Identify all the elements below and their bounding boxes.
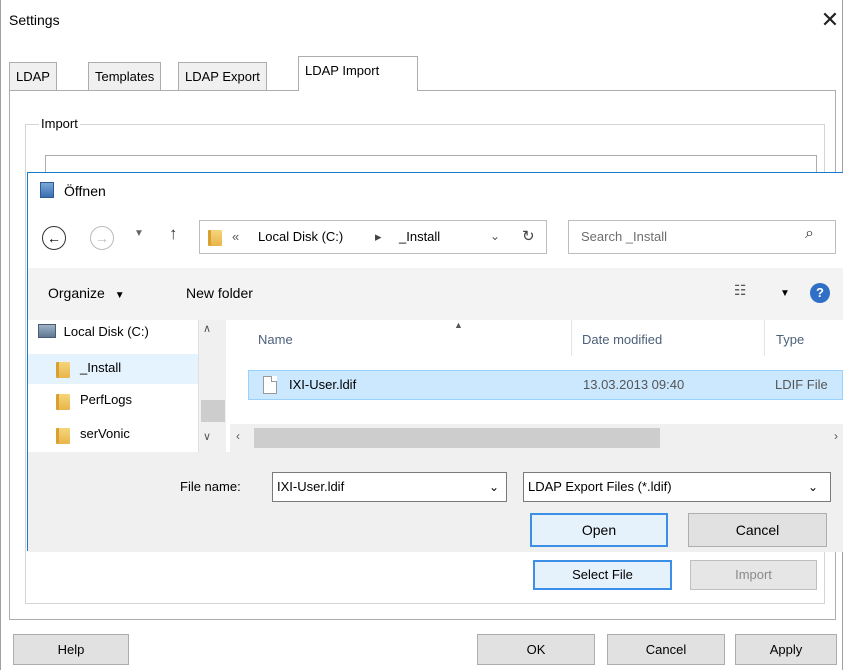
column-divider bbox=[764, 320, 765, 356]
file-row[interactable]: IXI-User.ldif 13.03.2013 09:40 LDIF File bbox=[248, 370, 843, 400]
organize-label: Organize bbox=[48, 285, 105, 301]
nav-item-label: serVonic bbox=[80, 426, 130, 441]
folder-icon bbox=[56, 428, 70, 444]
settings-title: Settings bbox=[9, 12, 60, 28]
dialog-toolbar: Organize ▼ New folder ☷ ▼ ? bbox=[28, 268, 843, 320]
nav-item-perflogs[interactable]: PerfLogs bbox=[28, 386, 198, 416]
back-arrow-icon[interactable]: ← bbox=[42, 226, 66, 250]
nav-item-install[interactable]: _Install bbox=[28, 354, 198, 384]
file-type: LDIF File bbox=[775, 377, 828, 392]
nav-item-local-disk[interactable]: Local Disk (C:) bbox=[38, 324, 149, 339]
nav-item-label: PerfLogs bbox=[80, 392, 133, 407]
dialog-bottom-area: File name: IXI-User.ldif ⌄ LDAP Export F… bbox=[28, 452, 843, 552]
file-name-label: File name: bbox=[180, 479, 241, 494]
column-header-name[interactable]: Name bbox=[258, 332, 293, 347]
select-file-button[interactable]: Select File bbox=[533, 560, 672, 590]
file-name-field[interactable]: IXI-User.ldif ⌄ bbox=[272, 472, 507, 502]
nav-item-label: _Install bbox=[80, 360, 122, 375]
scroll-down-icon[interactable]: ∨ bbox=[203, 430, 211, 443]
breadcrumb-item-install[interactable]: _Install bbox=[399, 229, 440, 244]
cancel-dialog-button[interactable]: Cancel bbox=[688, 513, 827, 547]
column-header-date[interactable]: Date modified bbox=[582, 332, 662, 347]
import-group-legend: Import bbox=[39, 116, 80, 131]
up-arrow-icon[interactable]: ↑ bbox=[169, 224, 178, 244]
nav-pane-scrollbar[interactable]: ∧ ∨ bbox=[198, 320, 226, 452]
scrollbar-thumb[interactable] bbox=[254, 428, 660, 448]
file-icon bbox=[263, 376, 277, 394]
column-header-type[interactable]: Type bbox=[776, 332, 804, 347]
column-divider bbox=[571, 320, 572, 356]
file-list-pane: ▲ Name Date modified Type IXI-User.ldif … bbox=[230, 320, 843, 452]
organize-button[interactable]: Organize ▼ bbox=[48, 285, 125, 301]
chevron-down-icon[interactable]: ⌄ bbox=[808, 473, 818, 501]
search-input[interactable]: Search _Install bbox=[581, 229, 667, 244]
refresh-icon[interactable]: ↻ bbox=[522, 227, 535, 245]
view-options-icon[interactable]: ☷ bbox=[734, 282, 747, 299]
tab-templates[interactable]: Templates bbox=[88, 62, 162, 90]
scroll-left-icon[interactable]: ‹ bbox=[236, 429, 240, 443]
chevron-down-icon[interactable]: ▼ bbox=[780, 288, 790, 299]
new-folder-button[interactable]: New folder bbox=[186, 285, 253, 301]
drive-icon bbox=[38, 324, 56, 338]
tab-ldap-export[interactable]: LDAP Export bbox=[178, 62, 267, 90]
nav-item-servonic[interactable]: serVonic bbox=[28, 420, 198, 450]
recent-locations-dropdown-icon[interactable]: ▼ bbox=[134, 228, 144, 239]
folder-icon bbox=[208, 230, 222, 246]
scroll-up-icon[interactable]: ∧ bbox=[203, 322, 211, 335]
chevron-down-icon: ▼ bbox=[114, 290, 125, 301]
file-type-value: LDAP Export Files (*.ldif) bbox=[528, 479, 672, 494]
help-button[interactable]: Help bbox=[13, 634, 129, 665]
horizontal-scrollbar[interactable]: ‹ › bbox=[230, 424, 843, 452]
tab-ldap-import[interactable]: LDAP Import bbox=[298, 56, 418, 91]
apply-button[interactable]: Apply bbox=[735, 634, 837, 665]
breadcrumb-separator: ▸ bbox=[375, 229, 382, 244]
cancel-button[interactable]: Cancel bbox=[607, 634, 725, 665]
close-icon[interactable]: ✕ bbox=[816, 6, 843, 34]
dialog-app-icon bbox=[40, 182, 54, 198]
address-bar[interactable]: « Local Disk (C:) ▸ _Install ⌄ ↻ bbox=[199, 220, 547, 254]
open-dialog-title: Öffnen bbox=[64, 183, 106, 199]
file-type-select[interactable]: LDAP Export Files (*.ldif) ⌄ bbox=[523, 472, 831, 502]
folder-icon bbox=[56, 362, 70, 378]
file-name: IXI-User.ldif bbox=[289, 377, 357, 392]
search-box[interactable]: Search _Install ⌕ bbox=[568, 220, 836, 254]
file-date: 13.03.2013 09:40 bbox=[583, 377, 685, 392]
import-button[interactable]: Import bbox=[690, 560, 817, 590]
tab-ldap[interactable]: LDAP bbox=[9, 62, 57, 90]
help-icon[interactable]: ? bbox=[810, 283, 830, 303]
chevron-down-icon[interactable]: ⌄ bbox=[490, 229, 500, 243]
ok-button[interactable]: OK bbox=[477, 634, 595, 665]
open-button[interactable]: Open bbox=[530, 513, 668, 547]
scrollbar-thumb[interactable] bbox=[201, 400, 225, 422]
breadcrumb-item-local-disk[interactable]: Local Disk (C:) bbox=[258, 229, 343, 244]
forward-arrow-icon[interactable]: → bbox=[90, 226, 114, 250]
scroll-right-icon[interactable]: › bbox=[834, 429, 838, 443]
breadcrumb-prefix: « bbox=[232, 229, 240, 244]
folder-icon bbox=[56, 394, 70, 410]
sort-ascending-icon: ▲ bbox=[454, 320, 463, 330]
nav-item-label: Local Disk (C:) bbox=[63, 324, 149, 339]
file-name-value: IXI-User.ldif bbox=[277, 479, 345, 494]
chevron-down-icon[interactable]: ⌄ bbox=[489, 473, 499, 501]
search-icon[interactable]: ⌕ bbox=[805, 225, 814, 243]
